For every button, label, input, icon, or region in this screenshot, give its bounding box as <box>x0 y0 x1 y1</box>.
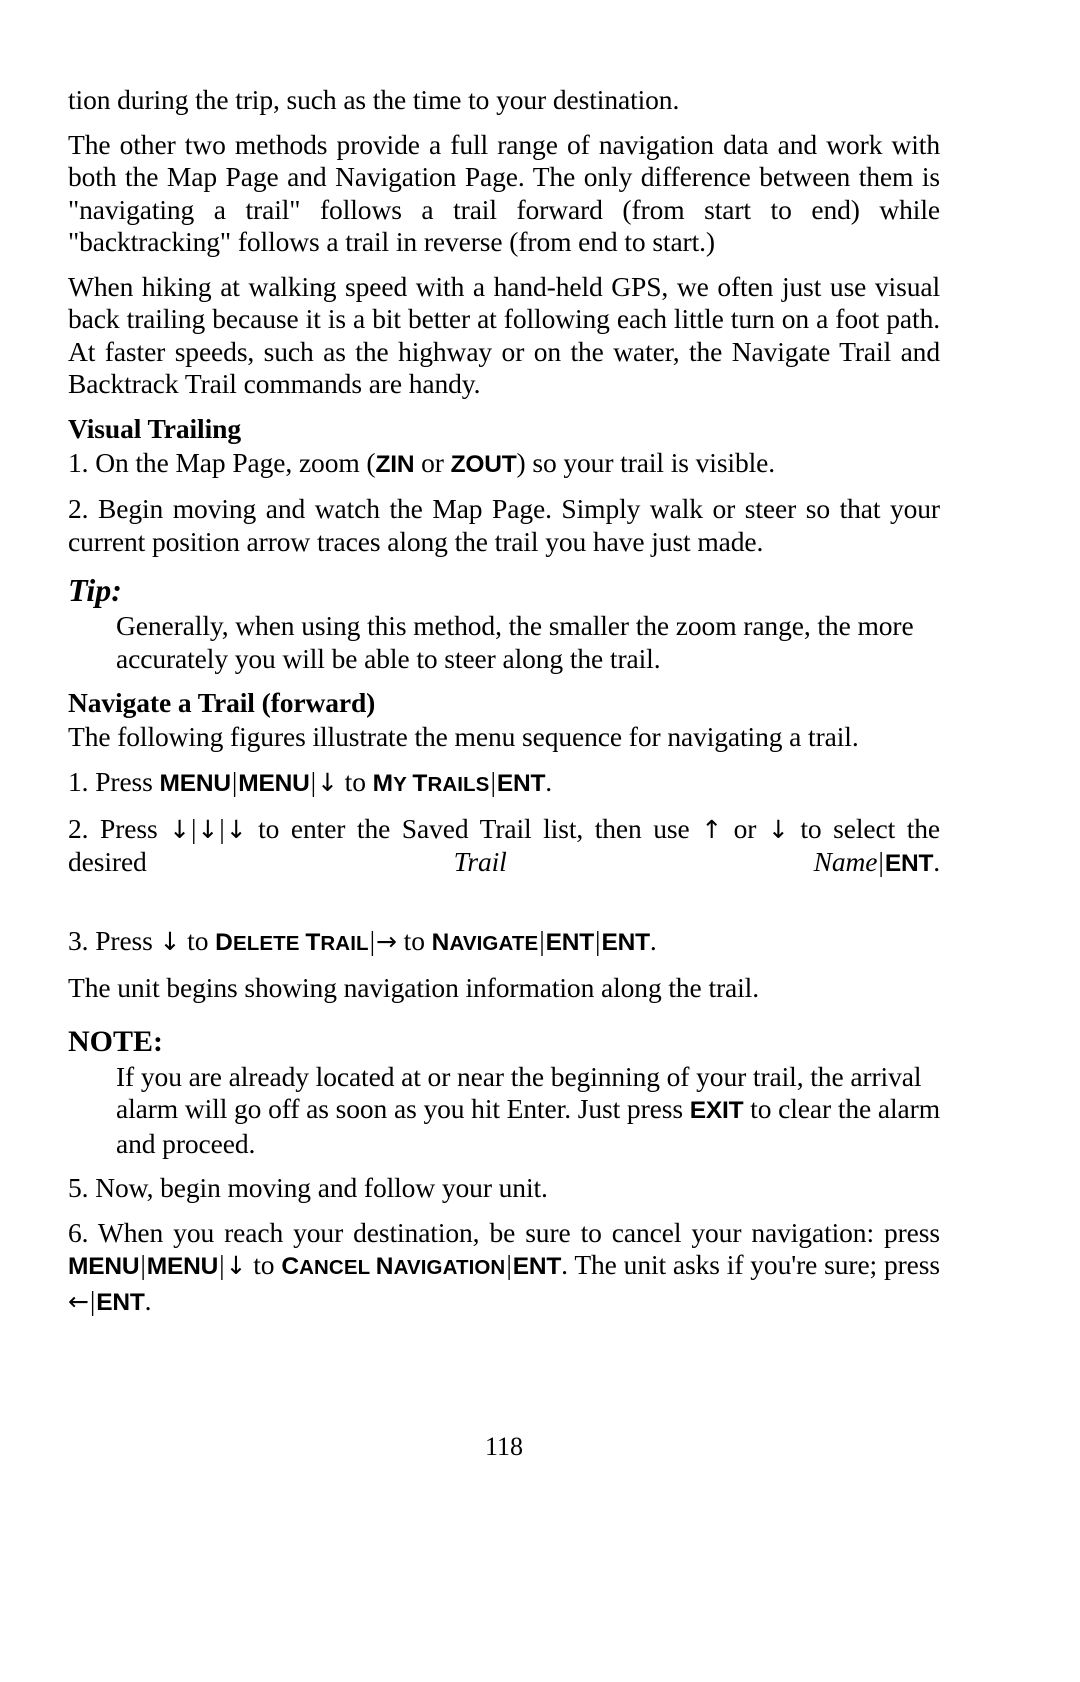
step-6-text-mid2: . The unit asks if you're sure; press <box>561 1249 940 1280</box>
key-menu-6a: MENU <box>68 1253 140 1280</box>
step-3-text-pre: 3. Press <box>68 924 160 956</box>
heading-navigate-a-trail: Navigate a Trail (forward) <box>68 687 376 718</box>
step-visual-1: 1. On the Map Page, zoom (ZIN or ZOUT) s… <box>68 447 940 482</box>
step-visual-2: 2. Begin moving and watch the Map Page. … <box>68 493 940 557</box>
paragraph-following-figures: The following figures illustrate the men… <box>68 721 859 752</box>
paragraph-continued: tion during the trip, such as the time t… <box>68 84 680 115</box>
arrow-down-icon: ↓ <box>169 815 191 844</box>
note-body: If you are already located at or near th… <box>68 1061 940 1161</box>
step-1: 1. Press MENU|MENU|↓ to MY TRAILS|ENT. <box>68 766 940 802</box>
arrow-down-icon: ↓ <box>225 1251 247 1280</box>
paragraph-other-methods: The other two methods provide a full ran… <box>68 128 940 258</box>
menu-item-my-trails: MY TRAILS <box>372 769 490 797</box>
step-2-text-mid: to enter the Saved Trail list, then use <box>246 813 702 844</box>
arrow-down-icon: ↓ <box>197 815 219 844</box>
key-exit: EXIT <box>689 1097 744 1124</box>
heading-tip: Tip: <box>68 572 122 608</box>
step-5: 5. Now, begin moving and follow your uni… <box>68 1172 548 1203</box>
key-separator-icon: | <box>140 1249 146 1280</box>
arrow-down-icon: ↓ <box>159 926 181 956</box>
step-3-text-mid: to <box>180 924 216 956</box>
key-menu-1a: MENU <box>159 769 232 797</box>
arrow-down-icon: ↓ <box>317 767 338 797</box>
step-3-text-mid2: to <box>396 924 432 956</box>
tip-body: Generally, when using this method, the s… <box>116 610 914 674</box>
heading-note: NOTE: <box>68 1024 164 1058</box>
step-2-text-mid2: or <box>722 813 768 844</box>
arrow-left-icon: ← <box>68 1286 89 1316</box>
menu-item-cancel-navigation: CANCEL NAVIGATION <box>281 1253 506 1280</box>
key-zin: ZIN <box>375 450 415 478</box>
key-separator-icon: | <box>219 813 225 844</box>
step-3: 3. Press ↓ to DELETE TRAIL|→ to NAVIGATE… <box>68 925 940 961</box>
key-ent-3a: ENT <box>545 928 595 956</box>
step-3-text-post: . <box>649 924 657 956</box>
heading-visual-trailing: Visual Trailing <box>68 412 241 444</box>
key-separator-icon: | <box>490 765 496 797</box>
step-visual-1-text-post: ) so your trail is visible. <box>516 446 776 478</box>
step-visual-1-text-mid: or <box>414 446 451 478</box>
arrow-down-icon: ↓ <box>767 815 789 844</box>
key-ent-6a: ENT <box>512 1253 562 1280</box>
arrow-up-icon: ↑ <box>701 815 723 844</box>
key-zout: ZOUT <box>450 450 517 478</box>
key-ent-6b: ENT <box>96 1288 145 1316</box>
paragraph-unit-begins: The unit begins showing navigation infor… <box>68 972 760 1003</box>
step-6-text-mid: to <box>246 1249 282 1280</box>
key-ent-2: ENT <box>884 849 934 877</box>
key-separator-icon: | <box>878 845 884 877</box>
step-1-text-pre: 1. Press <box>68 765 160 797</box>
menu-item-navigate: NAVIGATE <box>431 928 539 956</box>
step-2: 2. Press ↓|↓|↓ to enter the Saved Trail … <box>68 813 940 913</box>
step-visual-1-text-pre: 1. On the Map Page, zoom ( <box>68 446 376 478</box>
page-content: tion during the trip, such as the time t… <box>68 84 940 1584</box>
key-menu-6b: MENU <box>146 1253 219 1280</box>
arrow-right-icon: → <box>376 926 397 956</box>
step-2-text-post: . <box>933 845 940 877</box>
key-separator-icon: | <box>219 1249 225 1280</box>
step-6-text-post: . <box>144 1284 152 1316</box>
step-6-text-pre: 6. When you reach your destination, be s… <box>68 1216 940 1248</box>
page-number: 118 <box>484 1432 524 1461</box>
key-separator-icon: | <box>369 924 376 956</box>
step-1-text-mid: to <box>337 765 373 797</box>
arrow-down-icon: ↓ <box>225 815 247 844</box>
step-6: 6. When you reach your destination, be s… <box>68 1217 940 1352</box>
menu-item-delete-trail: DELETE TRAIL <box>215 928 369 956</box>
key-separator-icon: | <box>310 765 317 797</box>
step-2-text-pre: 2. Press <box>68 813 170 844</box>
key-separator-icon: | <box>506 1249 512 1280</box>
paragraph-hiking: When hiking at walking speed with a hand… <box>68 270 940 400</box>
key-menu-1b: MENU <box>238 769 310 797</box>
placeholder-trail-name: Trail Name <box>453 845 878 877</box>
key-ent-1: ENT <box>496 769 546 797</box>
key-separator-icon: | <box>539 924 545 956</box>
step-1-text-post: . <box>545 765 553 797</box>
key-ent-3b: ENT <box>601 928 650 956</box>
